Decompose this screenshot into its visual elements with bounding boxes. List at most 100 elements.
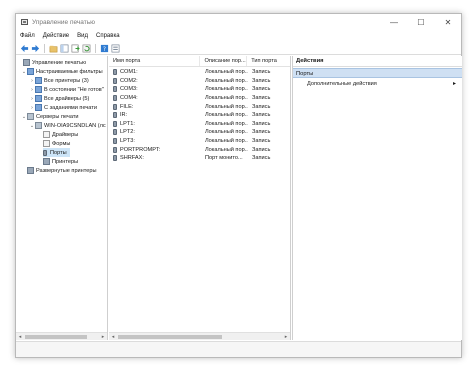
export-list-icon[interactable] (71, 44, 80, 53)
port-description: Локальный пор... (205, 112, 248, 119)
port-icon (113, 112, 117, 119)
toolbar: ? (16, 42, 461, 55)
port-description: Локальный пор... (205, 103, 248, 110)
port-type: Запись (252, 112, 271, 119)
maximize-button[interactable]: ☐ (410, 14, 432, 31)
actions-section-ports[interactable]: Порты (293, 68, 462, 78)
port-type: Запись (252, 138, 271, 145)
ports-list: Имя порта Описание пор... Тип порта COM1… (109, 56, 291, 340)
table-row[interactable]: SHRFAX: Порт монито... Запись (109, 154, 290, 163)
table-row[interactable]: COM4: Локальный пор... Запись (109, 94, 290, 103)
port-type: Запись (252, 103, 271, 110)
actions-pane: Действия Порты Дополнительные действия ▸ (292, 56, 462, 340)
server-icon (35, 122, 42, 129)
tree-item-server[interactable]: ⌄ WIN-OIA9CSNDLAN (лс (29, 121, 106, 130)
table-row[interactable]: COM2: Локальный пор... Запись (109, 77, 290, 86)
forward-arrow-icon[interactable] (31, 44, 40, 53)
scroll-thumb[interactable] (118, 335, 222, 339)
back-arrow-icon[interactable] (20, 44, 29, 53)
tree-item-root[interactable]: Управление печатью (17, 58, 86, 67)
tree-item-with-jobs[interactable]: › С заданиями печати (29, 103, 97, 112)
tree-label: Формы (52, 140, 71, 147)
refresh-icon[interactable] (82, 44, 91, 53)
help-icon[interactable]: ? (100, 44, 109, 53)
port-description: Локальный пор... (205, 120, 248, 127)
table-row[interactable]: COM1: Локальный пор... Запись (109, 68, 290, 77)
port-type: Запись (252, 86, 271, 93)
scroll-right-icon[interactable]: ▸ (282, 333, 290, 340)
minimize-button[interactable]: — (383, 14, 405, 31)
table-row[interactable]: LPT3: Локальный пор... Запись (109, 137, 290, 146)
tree-item-not-ready[interactable]: › В состоянии "Не готов" (29, 85, 104, 94)
tree-label: Все принтеры (3) (44, 77, 89, 84)
printer-icon (43, 158, 50, 165)
tree-label: Управление печатью (32, 59, 87, 66)
up-folder-icon[interactable] (49, 44, 58, 53)
submenu-arrow-icon: ▸ (452, 81, 456, 87)
tree-item-ports[interactable]: Порты (43, 148, 70, 157)
forms-icon (43, 140, 50, 147)
port-description: Локальный пор... (205, 77, 248, 84)
servers-icon (27, 113, 34, 120)
menu-bar: Файл Действие Вид Справка (16, 31, 461, 42)
tree-item-print-servers[interactable]: ⌄ Серверы печати (21, 112, 79, 121)
tree-label: Развернутые принтеры (36, 167, 97, 174)
tree-horizontal-scrollbar[interactable]: ◂ ▸ (16, 332, 107, 340)
column-header-description[interactable]: Описание пор... (200, 56, 248, 66)
tree-label: Драйверы (52, 131, 79, 138)
more-actions-link[interactable]: Дополнительные действия (307, 80, 457, 89)
tree-label: В состоянии "Не готов" (44, 86, 104, 93)
port-type: Запись (252, 95, 271, 102)
tree-label: Принтеры (52, 158, 79, 165)
close-button[interactable]: ✕ (437, 14, 459, 31)
properties-icon[interactable] (111, 44, 120, 53)
tree-item-deployed-printers[interactable]: Развернутые принтеры (21, 166, 97, 175)
filter-icon (35, 86, 42, 93)
window-title: Управление печатью (32, 19, 95, 26)
column-header-port-type[interactable]: Тип порта (247, 56, 290, 66)
port-description: Порт монито... (205, 155, 243, 162)
tree-item-all-printers[interactable]: › Все принтеры (3) (29, 76, 89, 85)
toolbar-separator (95, 43, 96, 53)
list-horizontal-scrollbar[interactable]: ◂ ▸ (109, 332, 290, 340)
tree-item-custom-filters[interactable]: ⌄ Настраиваемые фильтры (21, 67, 103, 76)
port-icon (113, 120, 117, 127)
deployed-printers-icon (27, 167, 34, 174)
table-row[interactable]: IR: Локальный пор... Запись (109, 111, 290, 120)
menu-help[interactable]: Справка (92, 31, 124, 42)
port-name: LPT1: (120, 120, 135, 127)
port-name: LPT2: (120, 129, 135, 136)
column-header-port-name[interactable]: Имя порта (109, 56, 201, 66)
table-row[interactable]: FILE: Локальный пор... Запись (109, 102, 290, 111)
port-name: IR: (120, 112, 128, 119)
scroll-thumb[interactable] (25, 335, 87, 339)
table-row[interactable]: PORTPROMPT: Локальный пор... Запись (109, 145, 290, 154)
filter-icon (35, 95, 42, 102)
title-bar: Управление печатью — ☐ ✕ (16, 14, 461, 31)
tree-label: Порты (50, 149, 67, 156)
scroll-left-icon[interactable]: ◂ (109, 333, 117, 340)
tree-label: Настраиваемые фильтры (36, 68, 103, 75)
tree-label: WIN-OIA9CSNDLAN (лс (44, 122, 106, 129)
tree-item-printers[interactable]: Принтеры (43, 157, 78, 166)
menu-view[interactable]: Вид (73, 31, 92, 42)
tree-label: С заданиями печати (44, 104, 97, 111)
port-name: SHRFAX: (120, 155, 144, 162)
scroll-left-icon[interactable]: ◂ (16, 333, 24, 340)
menu-file[interactable]: Файл (16, 31, 39, 42)
tree-item-all-drivers[interactable]: › Все драйверы (5) (29, 94, 89, 103)
console-tree: Управление печатью ⌄ Настраиваемые фильтр… (16, 56, 108, 340)
scroll-right-icon[interactable]: ▸ (99, 333, 107, 340)
menu-action[interactable]: Действие (39, 31, 73, 42)
table-row[interactable]: LPT1: Локальный пор... Запись (109, 120, 290, 129)
table-row[interactable]: LPT2: Локальный пор... Запись (109, 128, 290, 137)
tree-item-forms[interactable]: Формы (43, 139, 70, 148)
tree-item-drivers[interactable]: Драйверы (43, 130, 78, 139)
port-name: COM2: (120, 77, 138, 84)
show-tree-icon[interactable] (60, 44, 69, 53)
filter-folder-icon (27, 68, 34, 75)
table-row[interactable]: COM3: Локальный пор... Запись (109, 85, 290, 94)
port-name: COM1: (120, 69, 138, 76)
port-icon (43, 149, 47, 156)
drivers-icon (43, 131, 50, 138)
